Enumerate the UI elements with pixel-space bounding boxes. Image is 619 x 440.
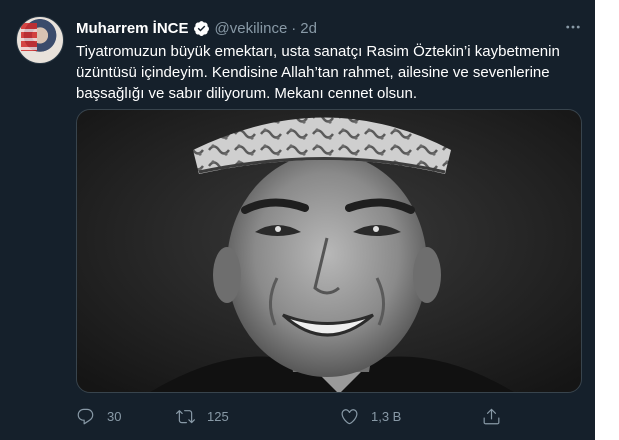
retweet-button[interactable]: 125 <box>176 404 229 428</box>
retweet-icon <box>176 409 195 423</box>
like-count: 1,3 B <box>371 408 402 424</box>
tweet-photo[interactable] <box>76 109 582 393</box>
avatar-banner <box>21 23 37 51</box>
tweet-time[interactable]: 2d <box>300 20 317 37</box>
like-button[interactable]: 1,3 B <box>340 404 401 428</box>
reply-count: 30 <box>107 408 122 424</box>
separator-dot: · <box>291 19 297 37</box>
tweet-actions: 30 125 1,3 B <box>76 404 516 428</box>
share-button[interactable] <box>482 404 501 428</box>
page-background-strip <box>595 0 619 440</box>
reply-button[interactable]: 30 <box>76 404 121 428</box>
author-name[interactable]: Muharrem İNCE <box>76 20 189 37</box>
tweet-card[interactable]: Muharrem İNCE @vekilince · 2d Tiyatromuz… <box>0 0 595 440</box>
verified-badge-icon <box>193 20 210 37</box>
tweet-text-line: üzüntüsü içindeyim. Kendisine Allah’tan … <box>76 64 550 81</box>
share-icon <box>483 408 500 424</box>
avatar[interactable] <box>16 16 64 64</box>
author-handle[interactable]: @vekilince <box>215 20 288 37</box>
reply-icon <box>77 408 94 424</box>
tweet-text: Tiyatromuzun büyük emektarı, usta sanatç… <box>76 41 586 104</box>
retweet-count: 125 <box>207 408 229 424</box>
tweet-header: Muharrem İNCE @vekilince · 2d <box>76 17 317 39</box>
tweet-text-line: başsağlığı ve sabır diliyorum. Mekanı ce… <box>76 85 418 102</box>
tweet-text-line: Tiyatromuzun büyük emektarı, usta sanatç… <box>76 43 560 60</box>
like-icon <box>341 408 358 424</box>
more-options-icon[interactable] <box>562 16 584 38</box>
